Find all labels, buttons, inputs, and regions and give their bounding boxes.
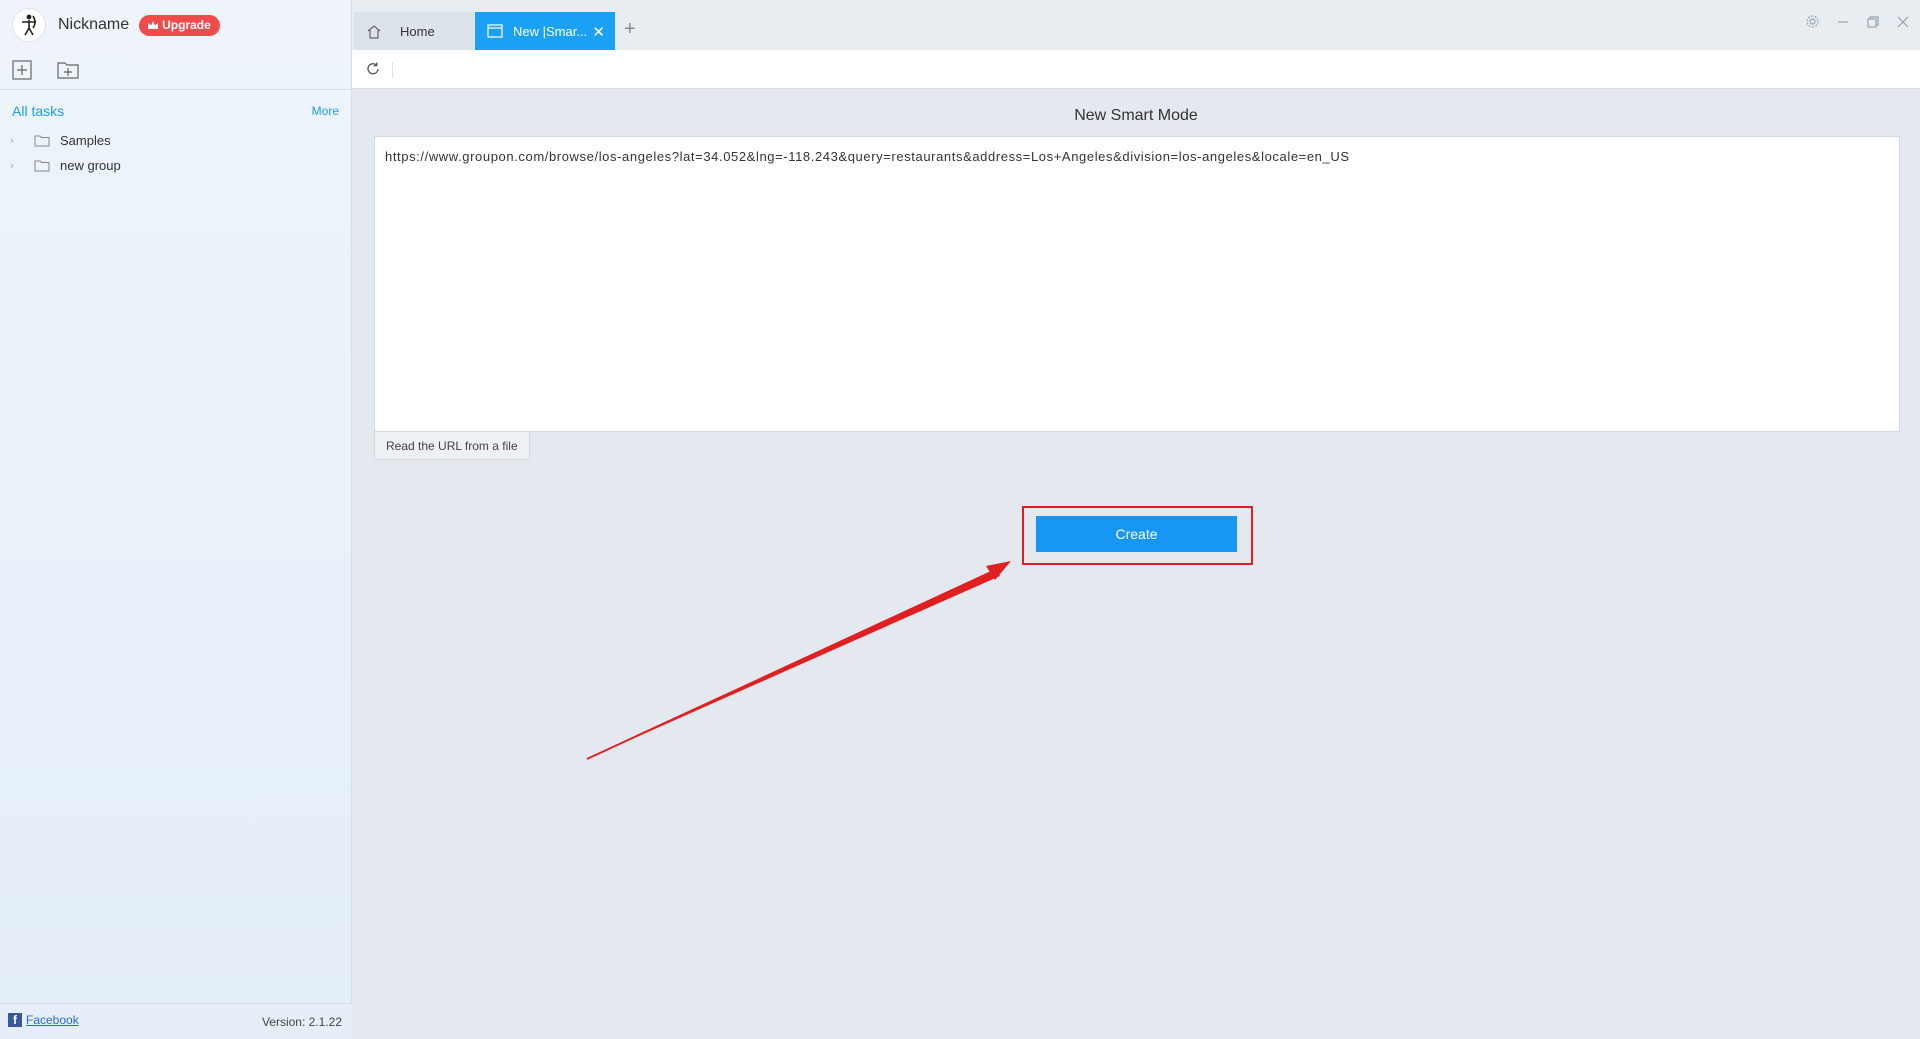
all-tasks-link[interactable]: All tasks [12, 103, 64, 119]
tab-home[interactable]: Home [354, 12, 474, 50]
upgrade-label: Upgrade [162, 17, 211, 32]
home-icon [367, 24, 381, 39]
facebook-link-group[interactable]: f Facebook [8, 1013, 79, 1027]
version-label: Version: 2.1.22 [261, 1015, 342, 1029]
refresh-icon[interactable] [364, 60, 382, 78]
task-tree: › Samples › new group [10, 128, 340, 178]
create-button[interactable]: Create [1036, 516, 1237, 552]
new-task-icon [12, 60, 32, 80]
tree-item-new-group[interactable]: › new group [10, 153, 340, 178]
user-row: Nickname Upgrade [12, 8, 220, 42]
chevron-right-icon[interactable]: › [10, 160, 24, 172]
restore-icon[interactable] [1866, 15, 1880, 29]
tab-home-label: Home [400, 23, 435, 39]
close-tab-icon[interactable]: ✕ [592, 23, 605, 41]
more-link[interactable]: More [312, 104, 339, 118]
tree-item-label: Samples [60, 133, 111, 148]
read-url-from-file-button[interactable]: Read the URL from a file [374, 431, 530, 460]
upgrade-button[interactable]: Upgrade [139, 14, 220, 36]
content-toolbar [352, 50, 1920, 89]
new-task-button[interactable] [10, 58, 34, 82]
archer-logo-icon [22, 14, 36, 36]
new-group-button[interactable] [56, 58, 80, 82]
nickname[interactable]: Nickname [58, 16, 129, 34]
avatar[interactable] [12, 8, 46, 42]
close-window-icon[interactable] [1896, 15, 1910, 29]
sidebar-toolbar [10, 58, 80, 82]
new-tab-button[interactable]: + [624, 18, 636, 41]
window-controls [1805, 14, 1910, 29]
tab-active-label: New |Smar... [513, 23, 588, 39]
facebook-link[interactable]: Facebook [26, 1013, 79, 1027]
tree-item-samples[interactable]: › Samples [10, 128, 340, 153]
minimize-icon[interactable] [1836, 15, 1850, 29]
tree-item-label: new group [60, 158, 121, 173]
new-folder-icon [57, 62, 79, 79]
sidebar-divider [0, 89, 352, 90]
tab-new-smart-mode[interactable]: New |Smar... ✕ [475, 12, 615, 50]
window-icon [487, 24, 503, 38]
sidebar: Nickname Upgrade All tasks More › Sample… [0, 0, 352, 1039]
gear-icon[interactable] [1805, 14, 1820, 29]
url-textarea[interactable]: https://www.groupon.com/browse/los-angel… [374, 136, 1900, 432]
tab-bar: Home New |Smar... ✕ + [352, 0, 1920, 50]
folder-icon [34, 135, 50, 147]
crown-icon [148, 20, 159, 29]
folder-icon [34, 160, 50, 172]
sidebar-footer: f Facebook Version: 2.1.22 [0, 1003, 352, 1039]
facebook-icon[interactable]: f [8, 1013, 22, 1027]
chevron-right-icon[interactable]: › [10, 135, 24, 147]
page-title: New Smart Mode [1074, 107, 1198, 124]
toolbar-separator [392, 62, 393, 78]
